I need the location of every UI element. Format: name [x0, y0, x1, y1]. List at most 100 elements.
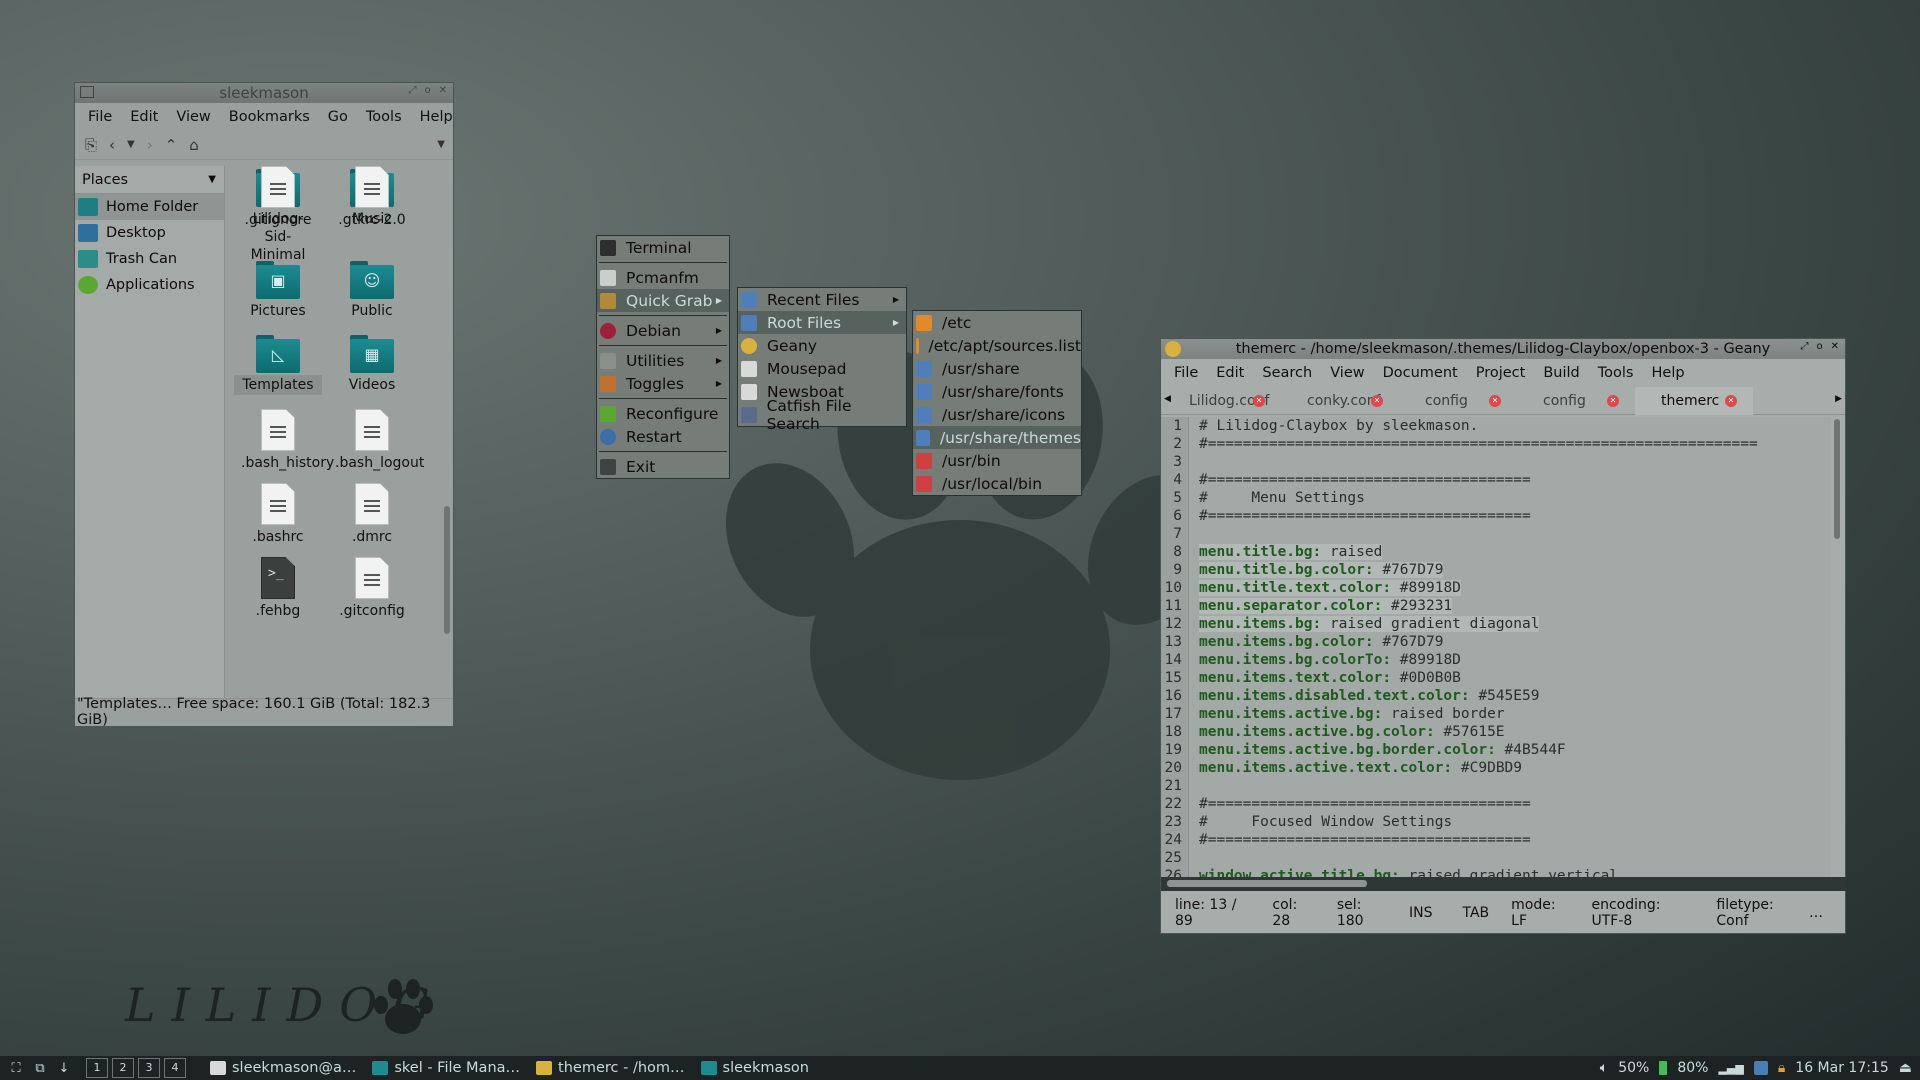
menu-project[interactable]: Project — [1467, 365, 1535, 381]
file-item[interactable]: .gitconfig — [327, 557, 417, 621]
menu-view[interactable]: View — [167, 109, 219, 125]
battery-level[interactable]: 80% — [1677, 1060, 1708, 1076]
geany-titlebar[interactable]: themerc - /home/sleekmason/.themes/Lilid… — [1161, 339, 1845, 359]
menu-item-etc[interactable]: /etc — [913, 311, 1081, 334]
desktop-2-button[interactable]: 2 — [112, 1058, 134, 1078]
menu-item-usr-share-themes[interactable]: /usr/share/themes — [913, 426, 1081, 449]
back-icon[interactable]: ‹ — [109, 136, 115, 154]
menu-edit[interactable]: Edit — [121, 109, 167, 125]
taskbar-task[interactable]: skel - File Mana… — [372, 1060, 520, 1076]
scrollbar-thumb[interactable] — [444, 506, 450, 634]
menu-item-pcmanfm[interactable]: Pcmanfm — [597, 266, 729, 289]
menu-item-mousepad[interactable]: Mousepad — [738, 357, 906, 380]
scrollbar-thumb[interactable] — [1834, 419, 1840, 539]
desktop-1-button[interactable]: 1 — [86, 1058, 108, 1078]
chevron-down-icon[interactable]: ▼ — [208, 174, 216, 185]
menu-file[interactable]: File — [1165, 365, 1207, 381]
close-tab-icon[interactable]: ✕ — [1253, 394, 1265, 407]
menu-bookmarks[interactable]: Bookmarks — [220, 109, 319, 125]
file-item[interactable]: .gitignore — [233, 166, 323, 230]
editor-horizontal-scrollbar[interactable] — [1161, 877, 1847, 891]
new-tab-icon[interactable]: ⎘ — [85, 136, 97, 154]
code-editor[interactable]: 1 # Lilidog-Claybox by sleekmason. 2 #=====… — [1161, 417, 1831, 877]
menu-help[interactable]: Help — [1643, 365, 1694, 381]
menu-item-catfish-file-search[interactable]: Catfish File Search — [738, 397, 906, 433]
iconify-icon[interactable]: o — [1816, 341, 1822, 352]
menu-item-recent-files[interactable]: Recent Files ▶ — [738, 288, 906, 311]
tabs-scroll-right-icon[interactable]: ▶ — [1835, 394, 1842, 404]
file-item[interactable]: .bashrc — [233, 483, 323, 547]
desktop-4-button[interactable]: 4 — [164, 1058, 186, 1078]
close-tab-icon[interactable]: ✕ — [1607, 394, 1619, 407]
menu-item-exit[interactable]: Exit — [597, 455, 729, 478]
menu-go[interactable]: Go — [319, 109, 357, 125]
editor-vertical-scrollbar[interactable] — [1831, 417, 1843, 877]
place-trash-can[interactable]: Trash Can — [75, 246, 224, 272]
close-icon[interactable]: ✕ — [439, 85, 447, 96]
menu-edit[interactable]: Edit — [1207, 365, 1253, 381]
menu-item-usr-share-fonts[interactable]: /usr/share/fonts — [913, 380, 1081, 403]
download-icon[interactable]: ↓ — [56, 1060, 72, 1076]
tab-lilidog-conf[interactable]: Lilidog.conf ✕ — [1163, 387, 1281, 415]
menu-tools[interactable]: Tools — [1589, 365, 1643, 381]
file-item[interactable]: .bash_logout — [327, 409, 424, 473]
menu-item-usr-share-icons[interactable]: /usr/share/icons — [913, 403, 1081, 426]
toolbar-menu-icon[interactable]: ▼ — [437, 139, 445, 150]
tab-conky-conf[interactable]: conky.conf ✕ — [1281, 387, 1399, 415]
keyboard-icon[interactable] — [1753, 1061, 1768, 1075]
menu-item-debian[interactable]: Debian ▶ — [597, 319, 729, 342]
forward-icon[interactable]: › — [147, 136, 153, 154]
iconify-icon[interactable]: o — [424, 85, 430, 96]
close-tab-icon[interactable]: ✕ — [1725, 394, 1737, 407]
menu-item-restart[interactable]: Restart — [597, 425, 729, 448]
places-header[interactable]: Places ▼ — [75, 166, 224, 194]
file-item[interactable]: ▣ Pictures — [233, 261, 323, 321]
menu-file[interactable]: File — [79, 109, 121, 125]
logout-icon[interactable]: ⏏ — [1899, 1060, 1912, 1076]
place-home-folder[interactable]: Home Folder — [75, 194, 224, 220]
menu-document[interactable]: Document — [1374, 365, 1467, 381]
file-item[interactable]: .gtkrc-2.0 — [327, 166, 417, 230]
fm-scrollbar[interactable] — [441, 166, 453, 698]
history-dropdown-icon[interactable]: ▼ — [127, 139, 135, 150]
tab-themerc[interactable]: themerc ✕ — [1635, 386, 1753, 415]
menu-item-terminal[interactable]: Terminal — [597, 236, 729, 259]
tab-config[interactable]: config ✕ — [1517, 387, 1635, 415]
menu-item-usr-bin[interactable]: /usr/bin — [913, 449, 1081, 472]
menu-item-geany[interactable]: Geany — [738, 334, 906, 357]
maximize-icon[interactable]: ⤢ — [408, 85, 416, 96]
menu-item-etc-apt-sources-list[interactable]: /etc/apt/sources.list — [913, 334, 1081, 357]
up-icon[interactable]: ⌃ — [165, 136, 178, 154]
menu-item-usr-share[interactable]: /usr/share — [913, 357, 1081, 380]
menu-item-quick-grab[interactable]: Quick Grab ▶ — [597, 289, 729, 312]
place-desktop[interactable]: Desktop — [75, 220, 224, 246]
window-list-icon[interactable]: ⧉ — [32, 1060, 48, 1076]
close-tab-icon[interactable]: ✕ — [1489, 394, 1501, 407]
place-applications[interactable]: Applications — [75, 272, 224, 298]
network-icon[interactable]: ▂▄▆ — [1718, 1062, 1743, 1075]
file-item[interactable]: .bash_history — [233, 409, 334, 473]
app-menu-icon[interactable]: ⛶ — [8, 1060, 24, 1076]
menu-build[interactable]: Build — [1534, 365, 1588, 381]
file-item[interactable]: >_ .fehbg — [233, 557, 323, 621]
close-tab-icon[interactable]: ✕ — [1371, 394, 1383, 407]
taskbar-task[interactable]: sleekmason — [700, 1060, 809, 1076]
close-icon[interactable]: ✕ — [1831, 341, 1839, 352]
taskbar-task[interactable]: sleekmason@a… — [210, 1060, 356, 1076]
clock[interactable]: 16 Mar 17:15 — [1795, 1060, 1888, 1076]
volume-icon[interactable]: 🔈︎ — [1600, 1060, 1608, 1076]
file-item[interactable]: ◺ Templates — [233, 335, 323, 395]
home-icon[interactable]: ⌂ — [189, 136, 199, 154]
lock-icon[interactable]: 🔒︎ — [1778, 1060, 1785, 1076]
file-item[interactable]: ▦ Videos — [327, 335, 417, 395]
desktop-3-button[interactable]: 3 — [138, 1058, 160, 1078]
menu-item-utilities[interactable]: Utilities ▶ — [597, 349, 729, 372]
menu-item-root-files[interactable]: Root Files ▶ — [738, 311, 906, 334]
maximize-icon[interactable]: ⤢ — [1800, 341, 1808, 352]
menu-view[interactable]: View — [1321, 365, 1373, 381]
file-item[interactable]: ☺ Public — [327, 261, 417, 321]
fm-titlebar[interactable]: sleekmason ⤢ o ✕ — [75, 83, 453, 103]
menu-help[interactable]: Help — [411, 109, 462, 125]
tab-config[interactable]: config ✕ — [1399, 387, 1517, 415]
file-item[interactable]: .dmrc — [327, 483, 417, 547]
